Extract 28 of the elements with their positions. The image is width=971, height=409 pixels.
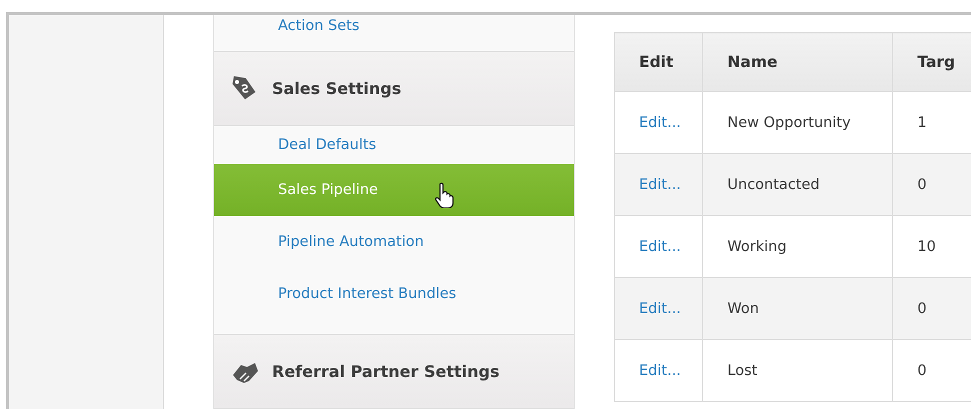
sidebar-item[interactable]: Action Sets [214, 15, 574, 37]
sidebar-item[interactable]: Deal Defaults [214, 126, 574, 164]
section-header[interactable]: Referral Partner Settings [214, 335, 574, 409]
table-cell: Working [702, 216, 893, 278]
table-cell: Won [702, 278, 893, 340]
table-cell: 1 [892, 92, 971, 154]
table-cell: 0 [892, 278, 971, 340]
column-header: Name [702, 32, 893, 92]
table-cell: Uncontacted [702, 154, 893, 216]
table-cell: 0 [892, 154, 971, 216]
table-cell: New Opportunity [702, 92, 893, 154]
section-title: Sales Settings [272, 79, 402, 98]
sidebar-item[interactable]: Pipeline Automation [214, 216, 574, 268]
sidebar-item[interactable]: Sales Pipeline [214, 164, 574, 216]
hand-cursor-icon [434, 182, 456, 208]
table-cell: 0 [892, 340, 971, 402]
sidebar-item[interactable]: Product Interest Bundles [214, 268, 574, 320]
edit-link[interactable]: Edit... [639, 238, 681, 254]
section-title: Referral Partner Settings [272, 362, 500, 381]
edit-link[interactable]: Edit... [639, 300, 681, 316]
edit-link[interactable]: Edit... [639, 362, 681, 378]
table-cell: Lost [702, 340, 893, 402]
edit-link[interactable]: Edit... [639, 176, 681, 192]
edit-link[interactable]: Edit... [639, 114, 681, 130]
column-header: Edit [614, 32, 703, 92]
column-header: Targ [892, 32, 971, 92]
section-header[interactable]: Sales Settings [214, 52, 574, 126]
table-cell: 10 [892, 216, 971, 278]
